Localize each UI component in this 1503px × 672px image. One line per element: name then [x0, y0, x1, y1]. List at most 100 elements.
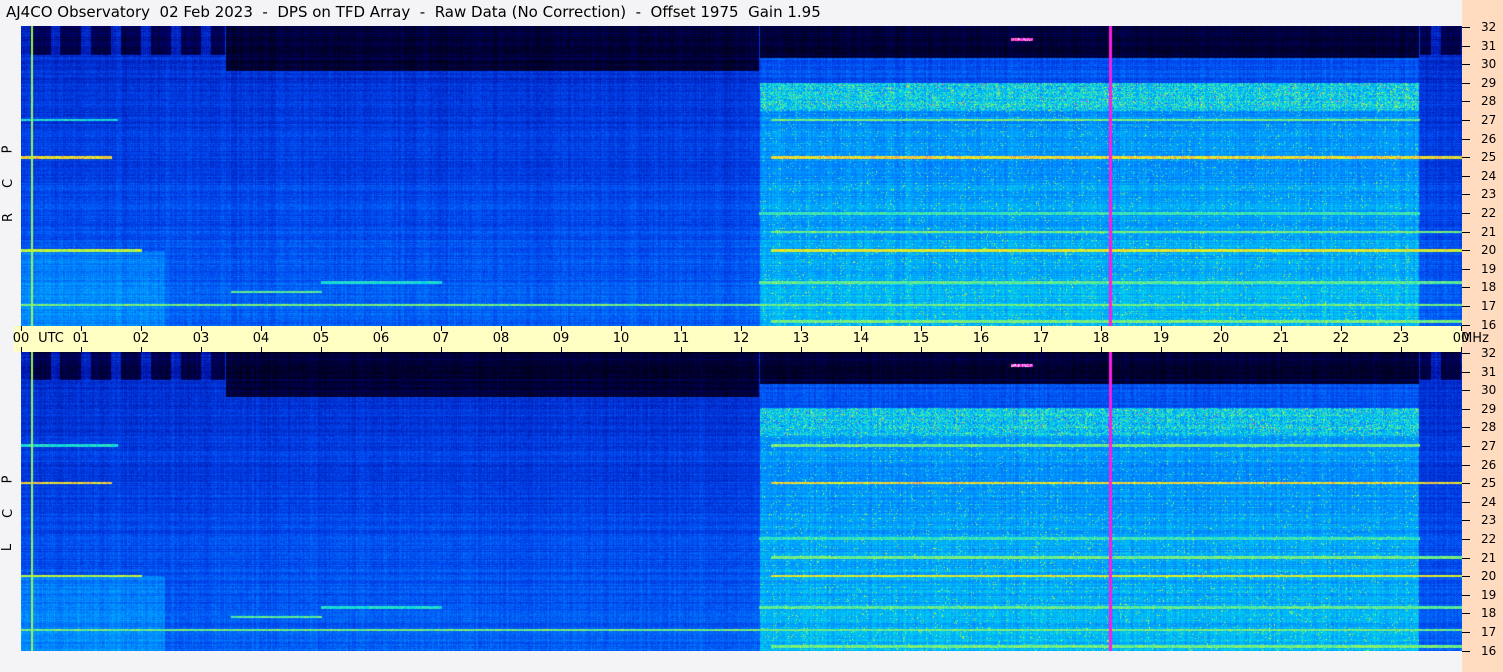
freq-tick-label: 22	[1481, 206, 1497, 220]
time-tick	[861, 347, 862, 352]
freq-tick	[1462, 353, 1470, 354]
time-tick-label: 04	[252, 331, 270, 346]
time-tick	[1281, 326, 1282, 331]
freq-tick	[1462, 371, 1470, 373]
time-tick	[1101, 347, 1102, 352]
time-tick-label: 09	[552, 331, 570, 346]
time-tick-label: 22	[1332, 331, 1350, 346]
time-tick-label: 19	[1152, 331, 1170, 346]
time-tick-label: 16	[972, 331, 990, 346]
chart-title: AJ4CO Observatory 02 Feb 2023 - DPS on T…	[6, 3, 821, 21]
freq-tick-label: 29	[1481, 401, 1497, 416]
freq-tick-label: 17	[1481, 299, 1497, 313]
time-tick	[81, 326, 82, 331]
time-tick	[81, 347, 82, 352]
time-tick-label: 00	[12, 331, 30, 346]
freq-tick	[1462, 268, 1470, 270]
freq-tick	[1462, 101, 1470, 103]
freq-tick-label: 20	[1481, 243, 1497, 258]
freq-tick-label: 23	[1481, 513, 1497, 528]
freq-tick-label: 32	[1481, 346, 1497, 360]
freq-tick-label: 26	[1481, 457, 1497, 472]
freq-tick	[1462, 287, 1470, 289]
time-tick	[21, 347, 22, 352]
time-tick-label: 01	[72, 331, 90, 346]
time-tick-label: 23	[1392, 331, 1410, 346]
time-tick	[801, 347, 802, 352]
freq-tick	[1462, 64, 1470, 66]
time-tick	[1461, 347, 1462, 352]
freq-tick	[1462, 324, 1470, 326]
time-tick-label: 03	[192, 331, 210, 346]
time-tick	[501, 326, 502, 331]
freq-tick	[1462, 446, 1470, 447]
time-tick	[321, 347, 322, 352]
time-tick	[981, 347, 982, 352]
freq-tick	[1462, 557, 1470, 559]
time-tick	[1281, 347, 1282, 352]
freq-tick	[1462, 650, 1470, 652]
time-tick	[621, 326, 622, 331]
polarization-label: L	[0, 543, 16, 552]
time-tick-label: 06	[372, 331, 390, 346]
time-tick-label: 11	[672, 331, 690, 346]
time-tick	[141, 326, 142, 331]
time-tick	[261, 347, 262, 352]
freq-tick	[1462, 594, 1470, 596]
freq-tick-label: 25	[1481, 150, 1497, 165]
freq-tick-label: 23	[1481, 187, 1497, 202]
freq-tick-label: 17	[1481, 625, 1497, 639]
freq-tick	[1462, 520, 1470, 522]
freq-tick	[1462, 390, 1470, 392]
freq-tick	[1462, 175, 1470, 177]
freq-tick	[1462, 231, 1470, 233]
time-tick	[141, 347, 142, 352]
freq-tick-label: 25	[1481, 476, 1497, 491]
time-tick	[1341, 326, 1342, 331]
time-tick	[921, 326, 922, 331]
freq-tick	[1462, 45, 1470, 47]
freq-tick	[1462, 576, 1470, 578]
time-tick	[321, 326, 322, 331]
freq-tick	[1462, 194, 1470, 196]
time-tick	[1041, 347, 1042, 352]
freq-tick	[1462, 250, 1470, 252]
time-tick-label: 21	[1272, 331, 1290, 346]
time-tick	[381, 326, 382, 331]
time-tick	[21, 326, 22, 331]
freq-tick-label: 19	[1481, 587, 1497, 602]
time-tick	[801, 326, 802, 331]
freq-tick-label: 16	[1481, 317, 1497, 332]
polarization-label: C	[1, 178, 17, 189]
polarization-label: P	[0, 145, 16, 154]
freq-tick-label: 32	[1481, 20, 1497, 34]
time-tick	[261, 326, 262, 331]
freq-tick-label: 29	[1481, 75, 1497, 90]
freq-tick-label: 19	[1481, 261, 1497, 276]
freq-tick	[1462, 483, 1470, 485]
time-tick	[681, 326, 682, 331]
freq-tick	[1462, 120, 1470, 121]
freq-tick-label: 18	[1481, 280, 1497, 295]
time-tick	[1401, 326, 1402, 331]
time-tick	[561, 347, 562, 352]
time-tick-label: 10	[612, 331, 630, 346]
time-tick-label: 14	[852, 331, 870, 346]
time-tick	[501, 347, 502, 352]
freq-tick	[1462, 27, 1470, 28]
time-tick-label: 07	[432, 331, 450, 346]
time-tick	[1161, 347, 1162, 352]
rcp-spectrogram	[21, 26, 1462, 326]
time-tick	[381, 347, 382, 352]
freq-tick-label: 31	[1481, 364, 1497, 379]
freq-tick-label: 18	[1481, 606, 1497, 621]
polarization-label: R	[1, 212, 17, 223]
time-tick	[201, 347, 202, 352]
freq-tick-label: 31	[1481, 38, 1497, 53]
freq-tick-label: 28	[1481, 420, 1497, 435]
freq-tick-label: 21	[1481, 550, 1497, 565]
freq-tick	[1462, 157, 1470, 159]
freq-tick	[1462, 539, 1470, 540]
time-tick	[741, 326, 742, 331]
time-tick-label: 12	[732, 331, 750, 346]
